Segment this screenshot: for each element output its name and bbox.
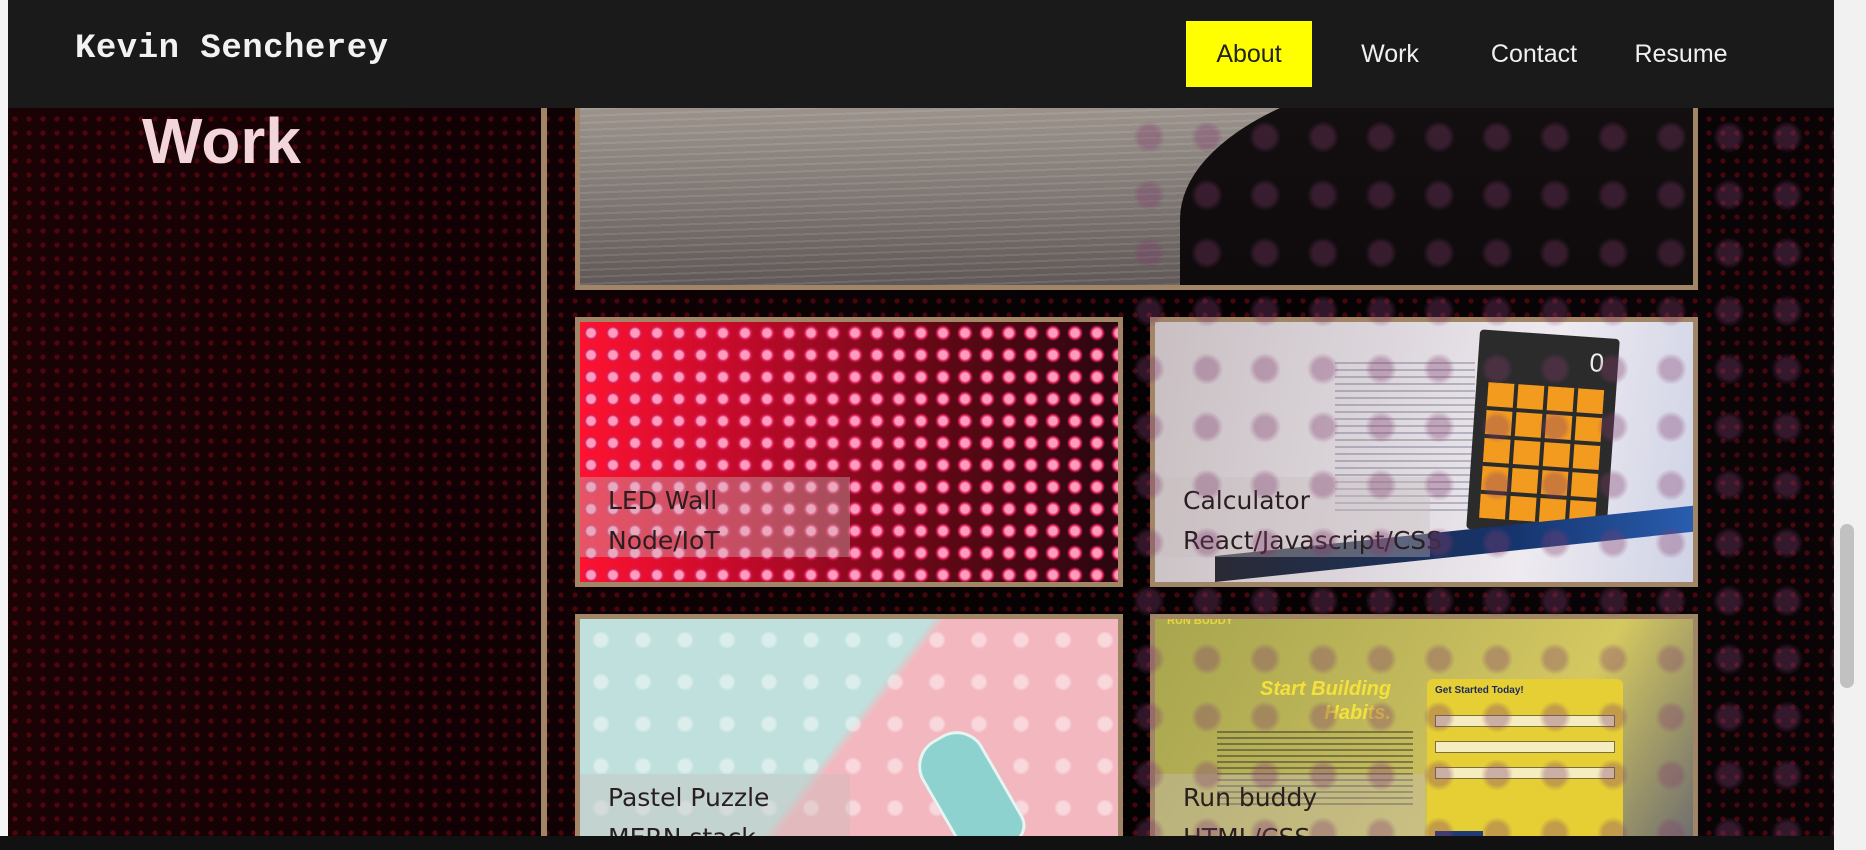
nav-work[interactable]: Work: [1350, 21, 1430, 87]
form-field: [1435, 715, 1615, 727]
project-caption: Calculator React/Javascript/CSS: [1155, 477, 1442, 557]
window-edge: [0, 0, 8, 836]
project-caption: LED Wall Node/IoT: [580, 477, 850, 557]
featured-project-card[interactable]: [575, 96, 1698, 290]
project-card-pastel-puzzle[interactable]: Pastel Puzzle MERN stack: [575, 614, 1123, 850]
scrollbar-thumb[interactable]: [1840, 524, 1854, 688]
site-brand[interactable]: Kevin Sencherey: [75, 30, 389, 68]
run-buddy-headline: Start Building Habits.: [1260, 678, 1392, 724]
project-title: Calculator: [1183, 486, 1310, 515]
browser-viewport: Work LED Wall Node/IoT 0 Calculator Reac…: [0, 0, 1866, 850]
run-buddy-logo: RUN BUDDY: [1167, 615, 1233, 627]
calculator-widget: 0: [1466, 329, 1620, 539]
project-title: LED Wall: [608, 486, 718, 515]
project-title: Pastel Puzzle: [608, 783, 770, 812]
nav-about[interactable]: About: [1186, 21, 1312, 87]
form-field: [1435, 767, 1615, 779]
project-stack: Node/IoT: [608, 526, 720, 555]
project-stack: React/Javascript/CSS: [1183, 526, 1443, 555]
silhouette: [1180, 101, 1693, 285]
project-card-led-wall[interactable]: LED Wall Node/IoT: [575, 317, 1123, 587]
form-title: Get Started Today!: [1435, 685, 1524, 696]
gallery-divider: [541, 108, 547, 836]
scrollbar-track[interactable]: [1834, 0, 1866, 850]
navbar: Kevin Sencherey About Work Contact Resum…: [8, 0, 1834, 108]
calculator-display: 0: [1588, 347, 1606, 379]
window-bottom-edge: [0, 836, 1834, 850]
calculator-keypad: [1479, 382, 1605, 526]
run-buddy-form: Get Started Today!: [1427, 679, 1623, 849]
nav-contact[interactable]: Contact: [1476, 21, 1592, 87]
project-card-run-buddy[interactable]: RUN BUDDY Start Building Habits. Get Sta…: [1150, 614, 1698, 850]
nav-resume[interactable]: Resume: [1628, 21, 1734, 87]
project-card-calculator[interactable]: 0 Calculator React/Javascript/CSS: [1150, 317, 1698, 587]
project-title: Run buddy: [1183, 783, 1318, 812]
form-field: [1435, 741, 1615, 753]
ocean-image: [580, 101, 1693, 285]
section-title: Work: [142, 105, 301, 177]
